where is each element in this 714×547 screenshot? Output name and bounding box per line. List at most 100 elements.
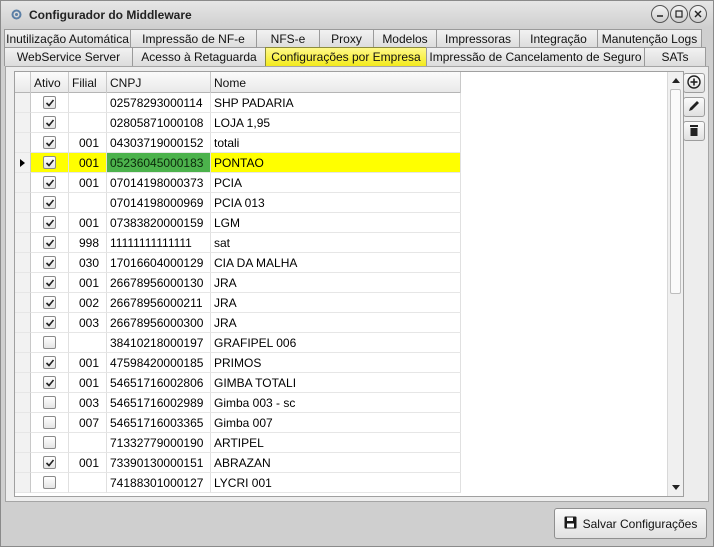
filial-cell[interactable]: 002 [69,293,107,313]
edit-button[interactable] [683,97,705,117]
nome-cell[interactable]: ABRAZAN [211,453,461,473]
ativo-checkbox-checked[interactable] [43,196,56,209]
nome-cell[interactable]: GIMBA TOTALI [211,373,461,393]
tab-webservice-server[interactable]: WebService Server [4,47,133,66]
table-row[interactable]: 001 07014198000373 PCIA [15,173,665,193]
row-indicator-cell[interactable] [15,293,31,313]
table-row[interactable]: 003 54651716002989 Gimba 003 - sc [15,393,665,413]
cnpj-cell[interactable]: 26678956000130 [107,273,211,293]
table-row[interactable]: 02578293000114 SHP PADARIA [15,93,665,113]
table-row[interactable]: 38410218000197 GRAFIPEL 006 [15,333,665,353]
table-row[interactable]: 001 07383820000159 LGM [15,213,665,233]
row-indicator-cell[interactable] [15,253,31,273]
row-indicator-cell[interactable] [15,233,31,253]
nome-cell[interactable]: PCIA [211,173,461,193]
filial-cell[interactable]: 001 [69,213,107,233]
tab-nfse[interactable]: NFS-e [256,29,320,48]
nome-cell[interactable]: PCIA 013 [211,193,461,213]
cnpj-cell[interactable]: 74188301000127 [107,473,211,493]
filial-cell[interactable]: 001 [69,353,107,373]
row-indicator-cell[interactable] [15,433,31,453]
header-cnpj[interactable]: CNPJ [107,72,211,93]
ativo-checkbox-checked[interactable] [43,376,56,389]
nome-cell[interactable]: CIA DA MALHA [211,253,461,273]
ativo-checkbox-checked[interactable] [43,316,56,329]
close-icon[interactable] [689,5,707,23]
ativo-checkbox-checked[interactable] [43,96,56,109]
filial-cell[interactable] [69,113,107,133]
cnpj-cell[interactable]: 07014198000373 [107,173,211,193]
filial-cell[interactable] [69,333,107,353]
header-filial[interactable]: Filial [69,72,107,93]
tab-impressoras[interactable]: Impressoras [436,29,520,48]
save-configurations-button[interactable]: Salvar Configurações [554,508,707,539]
ativo-checkbox-checked[interactable] [43,256,56,269]
filial-cell[interactable]: 001 [69,273,107,293]
table-row[interactable]: 74188301000127 LYCRI 001 [15,473,665,493]
row-indicator-cell[interactable] [15,213,31,233]
nome-cell[interactable]: sat [211,233,461,253]
ativo-checkbox-checked[interactable] [43,236,56,249]
add-button[interactable] [683,73,705,93]
nome-cell[interactable]: GRAFIPEL 006 [211,333,461,353]
table-row[interactable]: 002 26678956000211 JRA [15,293,665,313]
cnpj-cell[interactable]: 38410218000197 [107,333,211,353]
table-row[interactable]: 07014198000969 PCIA 013 [15,193,665,213]
filial-cell[interactable] [69,193,107,213]
scroll-down-icon[interactable] [668,480,683,496]
nome-cell[interactable]: Gimba 003 - sc [211,393,461,413]
row-indicator-cell[interactable] [15,473,31,493]
nome-cell[interactable]: LGM [211,213,461,233]
row-indicator-cell[interactable] [15,193,31,213]
scroll-up-icon[interactable] [668,72,683,88]
filial-cell[interactable] [69,473,107,493]
ativo-checkbox-checked[interactable] [43,276,56,289]
row-indicator-cell[interactable] [15,453,31,473]
row-indicator-cell[interactable] [15,153,31,173]
title-bar[interactable]: Configurador do Middleware [1,1,713,28]
filial-cell[interactable]: 030 [69,253,107,273]
tab-sats[interactable]: SATs [644,47,706,66]
row-indicator-cell[interactable] [15,353,31,373]
row-indicator-cell[interactable] [15,173,31,193]
ativo-checkbox-unchecked[interactable] [43,336,56,349]
nome-cell[interactable]: PRIMOS [211,353,461,373]
table-row[interactable]: 001 47598420000185 PRIMOS [15,353,665,373]
table-row[interactable]: 001 05236045000183 PONTAO [15,153,665,173]
minimize-icon[interactable] [651,5,669,23]
tab-inutilizacao-automatica[interactable]: Inutilização Automática [4,29,131,48]
table-row[interactable]: 030 17016604000129 CIA DA MALHA [15,253,665,273]
table-row[interactable]: 998 11111111111111 sat [15,233,665,253]
table-row[interactable]: 007 54651716003365 Gimba 007 [15,413,665,433]
tab-acesso-retaguarda[interactable]: Acesso à Retaguarda [132,47,266,66]
delete-button[interactable] [683,121,705,141]
ativo-checkbox-checked[interactable] [43,216,56,229]
table-row[interactable]: 001 26678956000130 JRA [15,273,665,293]
filial-cell[interactable]: 001 [69,173,107,193]
ativo-checkbox-unchecked[interactable] [43,416,56,429]
ativo-checkbox-checked[interactable] [43,136,56,149]
filial-cell[interactable]: 001 [69,133,107,153]
cnpj-cell[interactable]: 07014198000969 [107,193,211,213]
nome-cell[interactable]: ARTIPEL [211,433,461,453]
cnpj-cell[interactable]: 54651716003365 [107,413,211,433]
cnpj-cell[interactable]: 11111111111111 [107,233,211,253]
nome-cell[interactable]: PONTAO [211,153,461,173]
row-indicator-cell[interactable] [15,113,31,133]
filial-cell[interactable]: 001 [69,153,107,173]
filial-cell[interactable] [69,93,107,113]
nome-cell[interactable]: SHP PADARIA [211,93,461,113]
ativo-checkbox-checked[interactable] [43,156,56,169]
cnpj-cell[interactable]: 54651716002806 [107,373,211,393]
cnpj-cell[interactable]: 02805871000108 [107,113,211,133]
cnpj-cell[interactable]: 04303719000152 [107,133,211,153]
cnpj-cell[interactable]: 73390130000151 [107,453,211,473]
tab-proxy[interactable]: Proxy [319,29,374,48]
row-indicator-cell[interactable] [15,273,31,293]
row-indicator-cell[interactable] [15,313,31,333]
table-row[interactable]: 71332779000190 ARTIPEL [15,433,665,453]
ativo-checkbox-unchecked[interactable] [43,436,56,449]
filial-cell[interactable]: 003 [69,313,107,333]
ativo-checkbox-checked[interactable] [43,176,56,189]
table-row[interactable]: 001 54651716002806 GIMBA TOTALI [15,373,665,393]
